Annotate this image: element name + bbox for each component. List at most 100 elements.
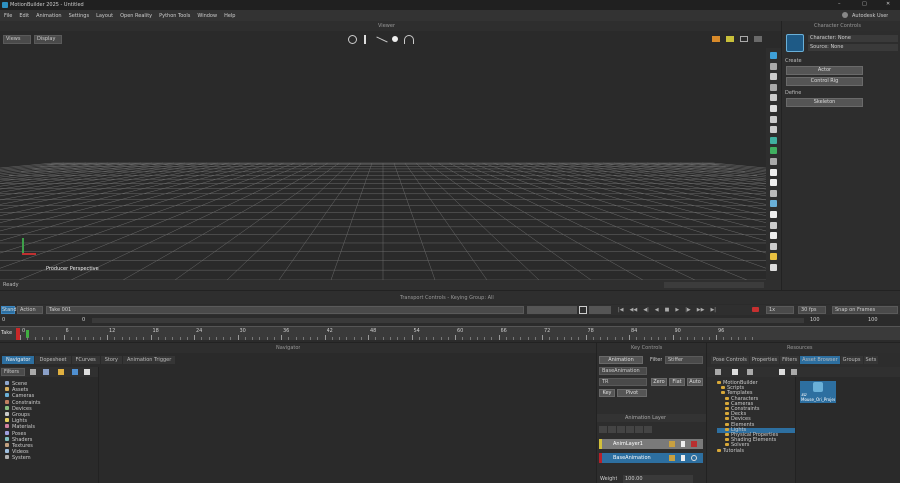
forward-icon[interactable] xyxy=(84,369,90,375)
arc-tool-icon[interactable] xyxy=(404,35,414,44)
dot-tool-icon[interactable] xyxy=(392,36,398,42)
detail-view-icon[interactable] xyxy=(732,369,738,375)
translate-icon[interactable] xyxy=(770,52,777,59)
key-button[interactable]: Key xyxy=(599,389,615,397)
loop-toggle-icon[interactable] xyxy=(579,306,587,314)
menu-layout[interactable]: Layout xyxy=(96,13,113,19)
menu-settings[interactable]: Settings xyxy=(69,13,90,19)
add-icon[interactable] xyxy=(43,369,49,375)
tab-asset-browser[interactable]: Asset Browser xyxy=(800,356,840,364)
control-rig-button[interactable]: Control Rig xyxy=(786,77,863,86)
weight-field[interactable]: 100.00 xyxy=(623,475,693,483)
tab-groups[interactable]: Groups xyxy=(840,356,863,364)
current-frame-field[interactable]: 0 xyxy=(82,317,92,323)
align-icon[interactable] xyxy=(770,126,777,134)
fps-dropdown[interactable]: 30 fps xyxy=(798,306,826,314)
auto-button[interactable]: Auto xyxy=(687,378,703,386)
snap-dropdown[interactable]: Snap on Frames xyxy=(832,306,898,314)
key-filter-dropdown[interactable]: Stiffer xyxy=(665,356,703,364)
tab-story[interactable]: Story xyxy=(100,356,122,364)
animation-button[interactable]: Animation xyxy=(599,356,643,364)
asset-thumbnail[interactable]: 3D Mouse_Ori_ProjectCameras xyxy=(800,381,836,403)
step-forward-button[interactable]: |▶ xyxy=(685,307,691,313)
pivot-icon[interactable] xyxy=(770,105,777,112)
menu-help[interactable]: Help xyxy=(224,13,235,19)
navigator-item[interactable]: System xyxy=(5,455,97,461)
layer-up-icon[interactable] xyxy=(644,426,652,433)
layer-key-icon-2[interactable] xyxy=(669,455,675,461)
tree-view-icon[interactable] xyxy=(715,369,721,375)
pivot-button[interactable]: Pivot xyxy=(617,389,647,397)
layer-mute-toggle-2[interactable] xyxy=(691,455,697,461)
pointer-tool-icon[interactable] xyxy=(364,35,370,44)
stand-mode-button[interactable]: Stand xyxy=(1,306,17,314)
start-frame-field[interactable]: 0 xyxy=(2,317,12,323)
tab-filters[interactable]: Filters xyxy=(780,356,800,364)
end-frame-field[interactable]: 100 xyxy=(810,317,822,323)
resource-folder[interactable]: Tutorials xyxy=(717,448,795,454)
box-icon[interactable] xyxy=(770,179,777,187)
select-icon[interactable] xyxy=(770,83,777,91)
play-back-button[interactable]: ◀ xyxy=(655,307,659,313)
step-dropdown[interactable]: 1x xyxy=(766,306,794,314)
key-icon[interactable] xyxy=(770,232,777,240)
stop-button[interactable]: ■ xyxy=(665,307,670,313)
grid-toggle-icon[interactable] xyxy=(740,36,748,42)
list-view-icon[interactable] xyxy=(747,369,753,375)
range-slider[interactable] xyxy=(92,318,804,323)
views-menu[interactable]: Views xyxy=(3,35,31,44)
close-button[interactable]: ✕ xyxy=(886,1,890,7)
layer-lock-toggle-2[interactable] xyxy=(681,455,685,461)
tab-pose-controls[interactable]: Pose Controls xyxy=(711,356,749,364)
layer-row-anim[interactable]: AnimLayer1 xyxy=(599,439,703,449)
step-back-button[interactable]: ◀| xyxy=(643,307,649,313)
play-button[interactable]: ▶ xyxy=(675,307,679,313)
texture-icon[interactable] xyxy=(770,200,777,208)
layer-solo-icon[interactable] xyxy=(635,426,643,433)
menu-file[interactable]: File xyxy=(4,13,12,19)
lasso-icon[interactable] xyxy=(770,94,777,102)
constraint-icon[interactable] xyxy=(770,242,777,250)
edit-mode-dropdown[interactable]: Action xyxy=(17,306,43,314)
goto-end-button[interactable]: ▶| xyxy=(710,307,716,313)
folder-icon[interactable] xyxy=(58,369,64,375)
take-dropdown[interactable]: Take 001 xyxy=(46,306,524,314)
rotate-icon[interactable] xyxy=(770,62,777,70)
layer-remove-icon[interactable] xyxy=(608,426,616,433)
menu-edit[interactable]: Edit xyxy=(19,13,29,19)
layer-add-icon[interactable] xyxy=(599,426,607,433)
maximize-button[interactable]: □ xyxy=(862,1,867,7)
skeleton-button[interactable]: Skeleton xyxy=(786,98,863,107)
thumbnail-view-icon[interactable] xyxy=(779,369,785,375)
material-icon[interactable] xyxy=(770,158,777,165)
camera-icon[interactable] xyxy=(770,136,777,144)
base-animation-dropdown[interactable]: BaseAnimation xyxy=(599,367,647,375)
record-icon[interactable] xyxy=(752,307,759,312)
filter-dropdown[interactable]: Filters xyxy=(1,368,25,376)
loop-range[interactable] xyxy=(589,306,611,314)
goto-start-button[interactable]: |◀ xyxy=(618,307,624,313)
minimize-button[interactable]: – xyxy=(838,1,841,7)
layout-icon[interactable] xyxy=(770,264,777,271)
layer-mute-icon[interactable] xyxy=(626,426,634,433)
layer-lock-icon[interactable] xyxy=(617,426,625,433)
layer-key-icon[interactable] xyxy=(669,441,675,447)
back-icon[interactable] xyxy=(72,369,78,375)
timeline[interactable]: Take 0 6 12 18 24 30 36 42 48 54 60 66 72 78 84 90 96 xyxy=(0,326,900,340)
path-icon[interactable] xyxy=(770,221,777,229)
tab-animation-trigger[interactable]: Animation Trigger xyxy=(122,356,176,364)
fast-forward-button[interactable]: ▶▶ xyxy=(697,307,705,313)
tab-navigator[interactable]: Navigator xyxy=(2,356,35,364)
sun-icon[interactable] xyxy=(770,253,777,261)
move-tool-icon[interactable] xyxy=(348,35,357,44)
end-frame-field-2[interactable]: 100 xyxy=(868,317,880,323)
layer-lock-toggle[interactable] xyxy=(681,441,685,447)
3d-viewport[interactable]: Producer Perspective xyxy=(0,48,766,280)
display-toggle-icon[interactable] xyxy=(712,36,720,42)
cube-icon[interactable] xyxy=(770,168,777,176)
timeline-scrubber[interactable] xyxy=(527,306,577,314)
menu-python-tools[interactable]: Python Tools xyxy=(159,13,190,19)
character-selector[interactable]: Character: None xyxy=(808,35,898,42)
actor-button[interactable]: Actor xyxy=(786,66,863,75)
zero-button[interactable]: Zero xyxy=(651,378,667,386)
